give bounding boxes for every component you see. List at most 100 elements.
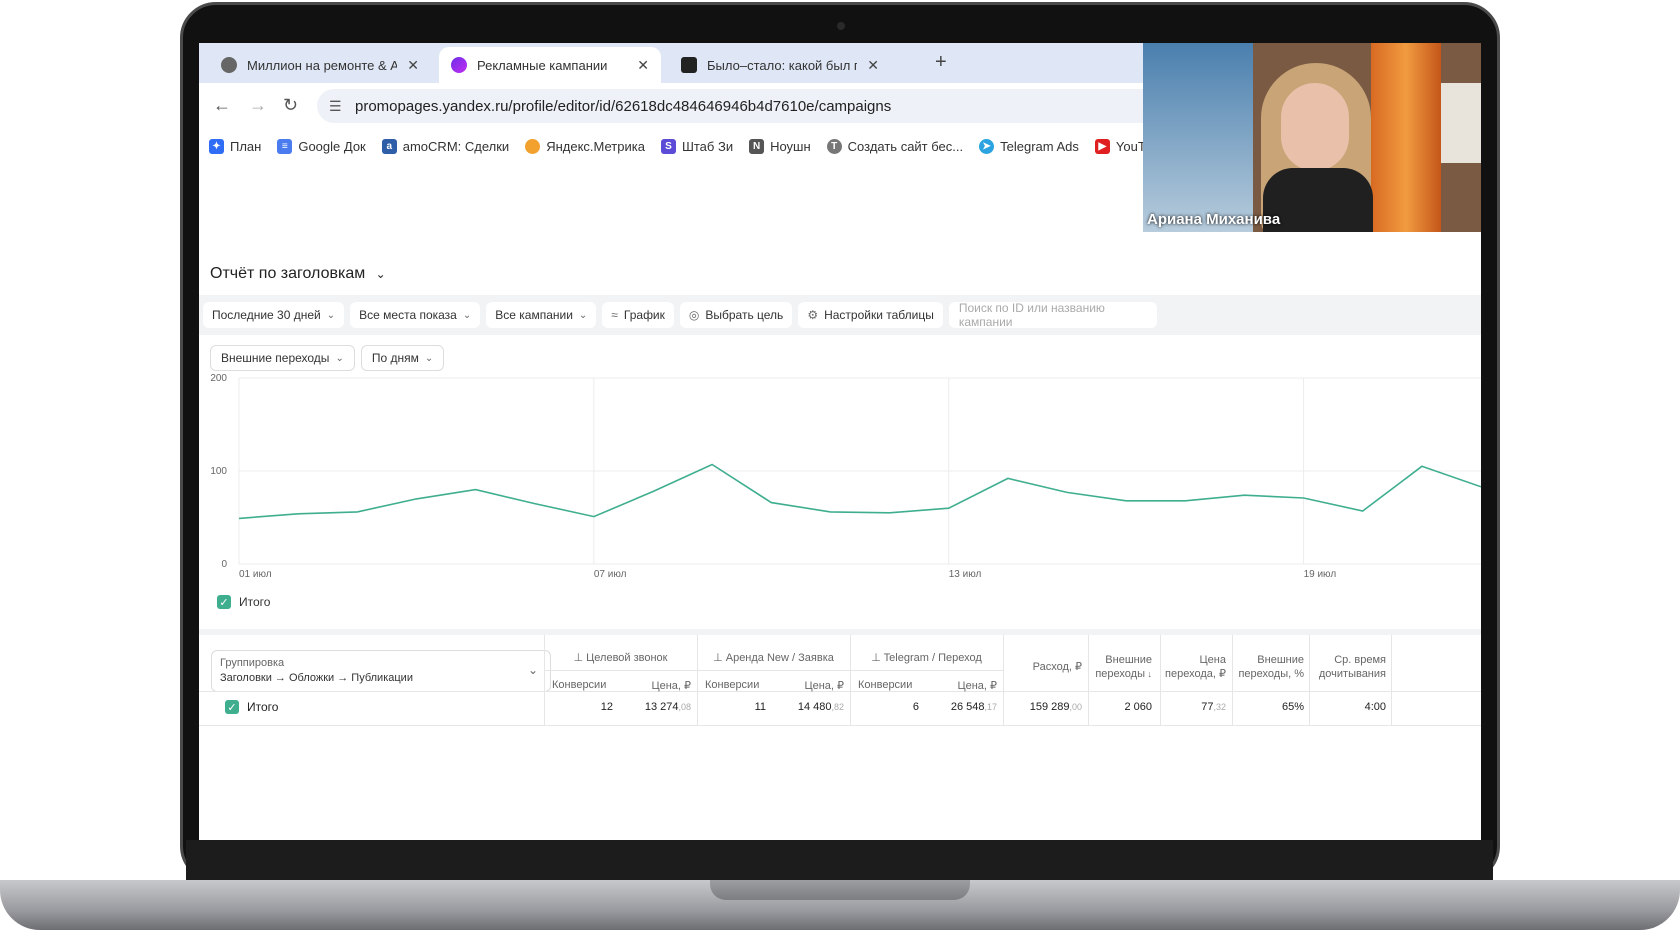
graph-icon: ≈ bbox=[611, 308, 618, 322]
laptop-camera bbox=[837, 22, 845, 30]
y-tick-label: 0 bbox=[221, 559, 227, 570]
webcam-overlay: Ариана Миханива bbox=[1143, 43, 1481, 232]
bookmark-amocrm[interactable]: a amoCRM: Сделки bbox=[381, 138, 509, 154]
graph-toggle-button[interactable]: ≈ График bbox=[602, 302, 674, 328]
close-icon[interactable]: ✕ bbox=[867, 57, 879, 74]
report-title-dropdown[interactable]: Отчёт по заголовкам ⌄ bbox=[210, 265, 386, 283]
tab-title: Было–стало: какой был про bbox=[707, 57, 857, 73]
goal-header-1[interactable]: ⊥ Целевой звонок bbox=[544, 651, 697, 664]
column-divider bbox=[1160, 635, 1161, 725]
tab-3[interactable]: Было–стало: какой был про ✕ bbox=[669, 47, 891, 83]
close-icon[interactable]: ✕ bbox=[637, 57, 649, 74]
cell-click-price: 77,32 bbox=[1201, 701, 1226, 713]
bookmark-metrika[interactable]: Яндекс.Метрика bbox=[525, 138, 645, 154]
grouping-select[interactable]: Группировка Заголовки → Обложки → Публик… bbox=[211, 650, 551, 692]
header-spend[interactable]: Расход, ₽ bbox=[1009, 660, 1082, 674]
promopages-icon bbox=[451, 57, 467, 73]
notion-icon: N bbox=[749, 138, 765, 154]
forward-icon[interactable]: → bbox=[249, 95, 267, 116]
table-settings-button[interactable]: ⚙ Настройки таблицы bbox=[798, 302, 943, 328]
period-filter[interactable]: Последние 30 дней ⌄ bbox=[203, 302, 345, 328]
bookmark-youtube[interactable]: ▶ YouT bbox=[1094, 138, 1146, 154]
chevron-down-icon: ⌄ bbox=[424, 352, 434, 364]
participant-name: Ариана Миханива bbox=[1147, 211, 1281, 228]
goal-header-3[interactable]: ⊥ Telegram / Переход bbox=[850, 651, 1003, 664]
choose-goal-button[interactable]: ◎ Выбрать цель bbox=[679, 302, 793, 328]
line-chart: 0 100 200 01 июл 07 июл 13 июл 19 июл bbox=[210, 373, 1481, 580]
column-divider bbox=[1232, 635, 1233, 725]
header-ext-rate[interactable]: Внешние переходы, % bbox=[1236, 653, 1304, 681]
bookmark-plan[interactable]: ✦ План bbox=[209, 138, 261, 154]
laptop-bezel bbox=[186, 840, 1493, 880]
bookmark-shtab[interactable]: S Штаб Зи bbox=[660, 138, 733, 154]
y-tick-label: 100 bbox=[210, 466, 227, 477]
placement-filter[interactable]: Все места показа ⌄ bbox=[350, 302, 481, 328]
campaign-filter[interactable]: Все кампании ⌄ bbox=[486, 302, 597, 328]
x-tick-label: 07 июл bbox=[594, 569, 627, 580]
header-read-time[interactable]: Ср. время дочитывания bbox=[1313, 653, 1386, 681]
chevron-down-icon: ⌄ bbox=[578, 309, 588, 321]
chevron-down-icon: ⌄ bbox=[326, 309, 336, 321]
header-ext-clicks[interactable]: Внешние переходы ↓ bbox=[1092, 653, 1152, 681]
tab-2[interactable]: Рекламные кампании ✕ bbox=[439, 47, 661, 83]
total-row-label[interactable]: ✓ Итого bbox=[225, 700, 278, 714]
back-icon[interactable]: ← bbox=[213, 95, 231, 116]
chevron-down-icon: ⌄ bbox=[462, 309, 472, 321]
chevron-down-icon: ⌄ bbox=[527, 663, 538, 677]
webcam-curtain bbox=[1371, 43, 1441, 232]
y-tick-label: 200 bbox=[210, 373, 227, 384]
cell-ext-clicks: 2 060 bbox=[1124, 701, 1152, 713]
checkbox-checked-icon[interactable]: ✓ bbox=[217, 595, 231, 609]
section-divider bbox=[199, 629, 1481, 635]
cell-g3-price: 26 548,17 bbox=[950, 701, 997, 713]
tab-title: Рекламные кампании bbox=[477, 57, 608, 73]
header-price[interactable]: Цена, ₽ bbox=[772, 679, 844, 693]
x-tick-label: 13 июл bbox=[949, 569, 982, 580]
target-icon: ◎ bbox=[688, 308, 700, 322]
close-icon[interactable]: ✕ bbox=[407, 57, 419, 74]
tilda-icon: T bbox=[826, 138, 842, 154]
column-divider bbox=[1003, 635, 1004, 725]
chevron-down-icon: ⌄ bbox=[375, 267, 386, 281]
cell-g1-price: 13 274,08 bbox=[644, 701, 691, 713]
header-conversions[interactable]: Конверсии bbox=[552, 679, 606, 691]
bookmark-tilda[interactable]: T Создать сайт бес... bbox=[826, 138, 963, 154]
column-divider bbox=[697, 635, 698, 725]
shtab-icon: S bbox=[660, 138, 676, 154]
header-conversions[interactable]: Конверсии bbox=[858, 679, 912, 691]
tab-title: Миллион на ремонте & АКМ bbox=[247, 57, 398, 73]
chevron-down-icon: ⌄ bbox=[335, 352, 344, 364]
filter-bar: Последние 30 дней ⌄ Все места показа ⌄ Все… bbox=[199, 295, 1481, 335]
bookmark-telegram-ads[interactable]: ➤ Telegram Ads bbox=[979, 138, 1079, 154]
reload-icon[interactable]: ↻ bbox=[283, 95, 298, 116]
header-conversions[interactable]: Конверсии bbox=[705, 679, 759, 691]
goal-icon: ⊥ bbox=[573, 652, 587, 664]
tab-1[interactable]: Миллион на ремонте & АКМ ✕ bbox=[209, 47, 431, 83]
header-price[interactable]: Цена, ₽ bbox=[925, 679, 997, 693]
site-settings-icon[interactable]: ☰ bbox=[329, 98, 342, 115]
x-tick-label: 01 июл bbox=[239, 569, 272, 580]
plus-icon[interactable]: + bbox=[935, 51, 947, 74]
goal-header-2[interactable]: ⊥ Аренда New / Заявка bbox=[697, 651, 850, 664]
bookmark-notion[interactable]: N Ноушн bbox=[749, 138, 811, 154]
checkbox-checked-icon[interactable]: ✓ bbox=[225, 700, 239, 714]
chart-legend[interactable]: ✓ Итого bbox=[217, 595, 270, 609]
telegram-icon: ➤ bbox=[979, 138, 995, 154]
url-text: promopages.yandex.ru/profile/editor/id/6… bbox=[355, 97, 892, 115]
plan-icon: ✦ bbox=[209, 138, 224, 154]
column-divider bbox=[1391, 635, 1392, 725]
header-click-price[interactable]: Цена перехода, ₽ bbox=[1164, 653, 1226, 681]
amocrm-icon: a bbox=[381, 138, 397, 154]
column-divider bbox=[850, 635, 851, 725]
p-logo-icon bbox=[681, 57, 697, 73]
youtube-icon: ▶ bbox=[1094, 138, 1110, 154]
bookmark-google-doc[interactable]: ≡ Google Док bbox=[277, 138, 366, 154]
cell-g3-conversions: 6 bbox=[912, 701, 919, 713]
sort-desc-icon: ↓ bbox=[1144, 669, 1152, 679]
header-divider bbox=[544, 670, 1003, 671]
campaign-search-input[interactable]: Поиск по ID или названию кампании bbox=[948, 301, 1157, 329]
x-tick-label: 19 июл bbox=[1304, 569, 1337, 580]
docs-icon: ≡ bbox=[277, 138, 293, 154]
header-price[interactable]: Цена, ₽ bbox=[619, 679, 691, 693]
column-divider bbox=[1309, 635, 1310, 725]
